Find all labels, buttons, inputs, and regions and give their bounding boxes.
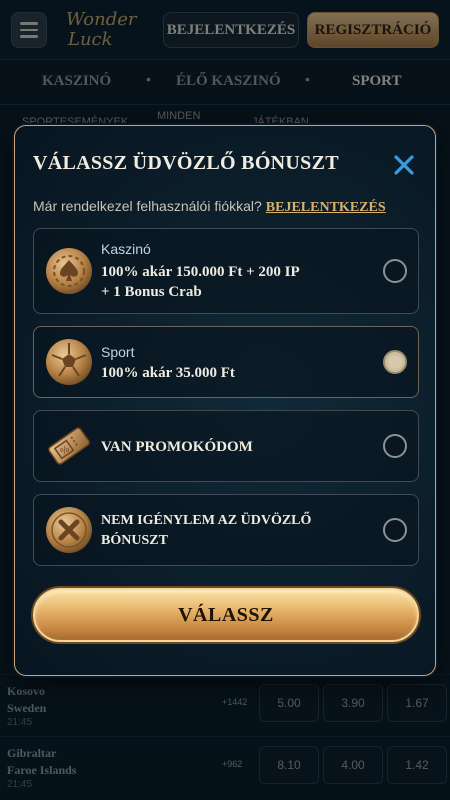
existing-account-line: Már rendelkezel felhasználói fiókkal? BEJ… [33, 198, 386, 216]
choose-button[interactable]: VÁLASSZ [33, 588, 419, 642]
modal-title: VÁLASSZ ÜDVÖZLŐ BÓNUSZT [33, 152, 339, 174]
welcome-bonus-modal: VÁLASSZ ÜDVÖZLŐ BÓNUSZT Már rendelkezel … [14, 125, 436, 676]
casino-chip-icon [46, 248, 92, 294]
option-radio[interactable] [383, 434, 407, 458]
bonus-option-casino[interactable]: Kaszinó 100% akár 150.000 Ft + 200 IP + … [33, 228, 419, 314]
option-description: 100% akár 35.000 Ft [101, 363, 235, 383]
option-description: VAN PROMOKÓDOM [101, 437, 253, 457]
promo-ticket-icon: % [48, 427, 90, 465]
option-desc-line: + 1 Bonus Crab [101, 284, 202, 300]
decline-x-icon [46, 507, 92, 553]
option-radio[interactable] [383, 259, 407, 283]
option-radio[interactable] [383, 518, 407, 542]
option-description: 100% akár 150.000 Ft + 200 IP + 1 Bonus … [101, 262, 300, 302]
bonus-option-promo[interactable]: % VAN PROMOKÓDOM [33, 410, 419, 482]
sport-ball-icon [46, 339, 92, 385]
option-desc-line: 100% akár 35.000 Ft [101, 365, 235, 381]
close-icon[interactable] [393, 154, 415, 176]
option-radio-selected[interactable] [383, 350, 407, 374]
bonus-option-decline[interactable]: NEM IGÉNYLEM AZ ÜDVÖZLŐ BÓNUSZT [33, 494, 419, 566]
option-desc-line: 100% akár 150.000 Ft + 200 IP [101, 264, 300, 280]
option-category: Kaszinó [101, 241, 151, 257]
option-desc-line: NEM IGÉNYLEM AZ ÜDVÖZLŐ [101, 513, 312, 528]
option-desc-line: VAN PROMOKÓDOM [101, 439, 253, 455]
login-link[interactable]: BEJELENTKEZÉS [266, 200, 386, 215]
option-category: Sport [101, 344, 135, 360]
existing-account-text: Már rendelkezel felhasználói fiókkal? [33, 198, 262, 214]
option-description: NEM IGÉNYLEM AZ ÜDVÖZLŐ BÓNUSZT [101, 511, 311, 551]
option-desc-line: BÓNUSZT [101, 533, 168, 548]
bonus-option-sport[interactable]: Sport 100% akár 35.000 Ft [33, 326, 419, 398]
